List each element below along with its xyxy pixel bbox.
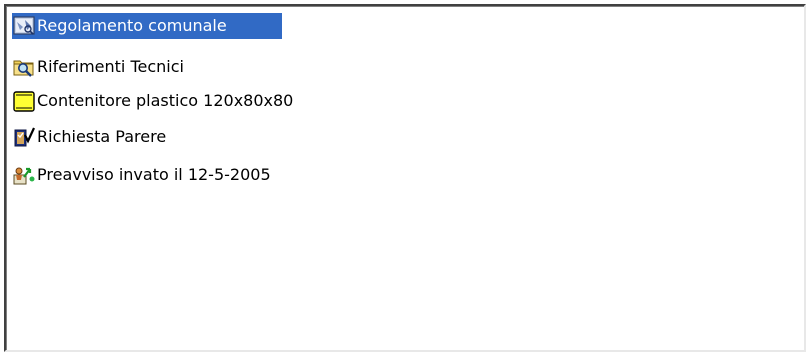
notice-person-arrow-icon <box>12 163 36 187</box>
list-item-label: Preavviso invato il 12-5-2005 <box>37 165 271 184</box>
list-item-label: Contenitore plastico 120x80x80 <box>37 91 294 110</box>
list-item-label: Richiesta Parere <box>37 127 167 146</box>
list-item-riferimenti[interactable]: Riferimenti Tecnici <box>12 54 187 80</box>
regulation-document-icon <box>12 14 36 38</box>
yellow-container-icon <box>12 89 36 113</box>
request-checklist-icon <box>12 125 36 149</box>
folder-magnifier-icon <box>12 55 36 79</box>
item-listbox[interactable]: Regolamento comunale Riferimenti Tecnici… <box>4 4 806 352</box>
list-item-richiesta[interactable]: Richiesta Parere <box>12 124 169 150</box>
list-item-label: Regolamento comunale <box>36 14 230 38</box>
list-item-regolamento[interactable]: Regolamento comunale <box>12 13 282 39</box>
list-item-label: Riferimenti Tecnici <box>37 57 184 76</box>
list-item-contenitore[interactable]: Contenitore plastico 120x80x80 <box>12 88 296 114</box>
list-item-preavviso[interactable]: Preavviso invato il 12-5-2005 <box>12 162 274 188</box>
